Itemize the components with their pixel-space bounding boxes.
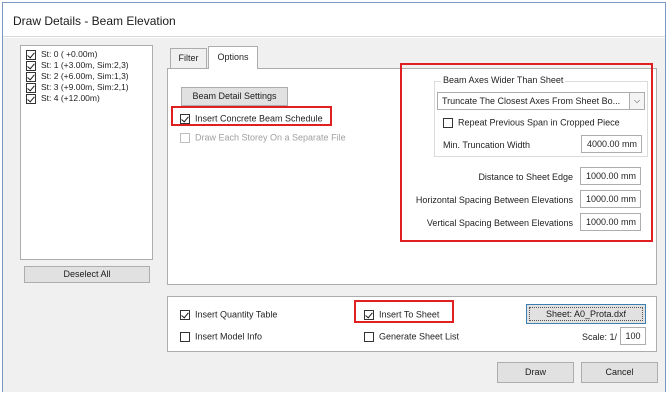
storey-checkbox[interactable] — [26, 50, 36, 60]
beam-axes-group-title: Beam Axes Wider Than Sheet — [441, 75, 566, 85]
storey-item[interactable]: St: 0 ( +0.00m) — [21, 49, 152, 60]
scale-field[interactable]: 100 — [620, 327, 646, 345]
storey-checkbox[interactable] — [26, 72, 36, 82]
insert-quantity-table-checkbox[interactable] — [180, 309, 190, 320]
draw-button[interactable]: Draw — [497, 362, 574, 383]
cancel-button[interactable]: Cancel — [581, 362, 658, 383]
repeat-previous-span-row[interactable]: Repeat Previous Span in Cropped Piece — [443, 117, 620, 129]
storey-checkbox[interactable] — [26, 83, 36, 93]
storey-label: St: 1 (+3.00m, Sim:2,3) — [41, 60, 129, 70]
insert-concrete-beam-schedule-label: Insert Concrete Beam Schedule — [195, 113, 323, 124]
chevron-down-icon[interactable]: ⌵ — [629, 93, 644, 109]
window-title: Draw Details - Beam Elevation — [13, 14, 176, 28]
storey-label: St: 2 (+6.00m, Sim:1,3) — [41, 71, 129, 81]
sheet-file-button[interactable]: Sheet: A0_Prota.dxf — [526, 304, 646, 324]
generate-sheet-list-row[interactable]: Generate Sheet List — [364, 331, 459, 343]
horizontal-spacing-label: Horizontal Spacing Between Elevations — [415, 195, 573, 205]
draw-each-storey-checkbox — [180, 132, 190, 143]
title-bar: Draw Details - Beam Elevation — [3, 3, 665, 37]
storey-checkbox[interactable] — [26, 94, 36, 104]
generate-sheet-list-checkbox[interactable] — [364, 331, 374, 342]
insert-concrete-beam-schedule-row[interactable]: Insert Concrete Beam Schedule — [180, 113, 323, 125]
repeat-previous-span-checkbox[interactable] — [443, 117, 453, 128]
tab-options[interactable]: Options — [208, 46, 258, 69]
vertical-spacing-field[interactable]: 1000.00 mm — [580, 213, 641, 231]
tab-filter[interactable]: Filter — [170, 48, 207, 69]
storey-label: St: 3 (+9.00m, Sim:2,1) — [41, 82, 129, 92]
insert-quantity-table-row[interactable]: Insert Quantity Table — [180, 309, 277, 321]
distance-to-sheet-edge-label: Distance to Sheet Edge — [478, 172, 573, 182]
min-truncation-width-field[interactable]: 4000.00 mm — [581, 135, 642, 153]
vertical-spacing-label: Vertical Spacing Between Elevations — [426, 218, 573, 228]
horizontal-spacing-field[interactable]: 1000.00 mm — [580, 190, 641, 208]
insert-model-info-label: Insert Model Info — [195, 331, 263, 342]
insert-model-info-checkbox[interactable] — [180, 331, 190, 342]
storey-item[interactable]: St: 4 (+12.00m) — [21, 93, 152, 104]
beam-axes-mode-select[interactable]: Truncate The Closest Axes From Sheet Bo.… — [437, 92, 645, 110]
storey-checkbox[interactable] — [26, 61, 36, 71]
repeat-previous-span-label: Repeat Previous Span in Cropped Piece — [458, 117, 620, 128]
draw-each-storey-row: Draw Each Storey On a Separate File — [180, 132, 346, 144]
beam-detail-settings-button[interactable]: Beam Detail Settings — [181, 87, 288, 106]
storey-label: St: 4 (+12.00m) — [41, 93, 100, 103]
draw-details-dialog: Draw Details - Beam Elevation St: 0 ( +0… — [2, 2, 666, 392]
options-tab-panel: Beam Detail Settings Insert Concrete Bea… — [167, 68, 657, 285]
generate-sheet-list-label: Generate Sheet List — [379, 331, 460, 342]
insert-to-sheet-row[interactable]: Insert To Sheet — [364, 309, 439, 321]
insert-quantity-table-label: Insert Quantity Table — [195, 309, 278, 320]
insert-to-sheet-label: Insert To Sheet — [379, 309, 440, 320]
distance-to-sheet-edge-field[interactable]: 1000.00 mm — [580, 167, 641, 185]
storey-item[interactable]: St: 1 (+3.00m, Sim:2,3) — [21, 60, 152, 71]
storey-list[interactable]: St: 0 ( +0.00m) St: 1 (+3.00m, Sim:2,3) … — [20, 45, 153, 260]
insert-model-info-row[interactable]: Insert Model Info — [180, 331, 262, 343]
storey-item[interactable]: St: 3 (+9.00m, Sim:2,1) — [21, 82, 152, 93]
beam-axes-mode-value: Truncate The Closest Axes From Sheet Bo.… — [442, 96, 621, 106]
insert-concrete-beam-schedule-checkbox[interactable] — [180, 113, 190, 124]
scale-label: Scale: 1/ — [582, 332, 618, 342]
dialog-body: St: 0 ( +0.00m) St: 1 (+3.00m, Sim:2,3) … — [3, 38, 665, 392]
min-truncation-width-label: Min. Truncation Width — [443, 140, 531, 150]
storey-item[interactable]: St: 2 (+6.00m, Sim:1,3) — [21, 71, 152, 82]
beam-axes-groupbox: Beam Axes Wider Than Sheet Truncate The … — [434, 75, 648, 157]
insert-to-sheet-checkbox[interactable] — [364, 309, 374, 320]
draw-each-storey-label: Draw Each Storey On a Separate File — [195, 132, 346, 143]
sheet-options-panel: Insert Quantity Table Insert Model Info … — [167, 296, 657, 352]
deselect-all-button[interactable]: Deselect All — [24, 266, 150, 283]
storey-label: St: 0 ( +0.00m) — [41, 49, 98, 59]
